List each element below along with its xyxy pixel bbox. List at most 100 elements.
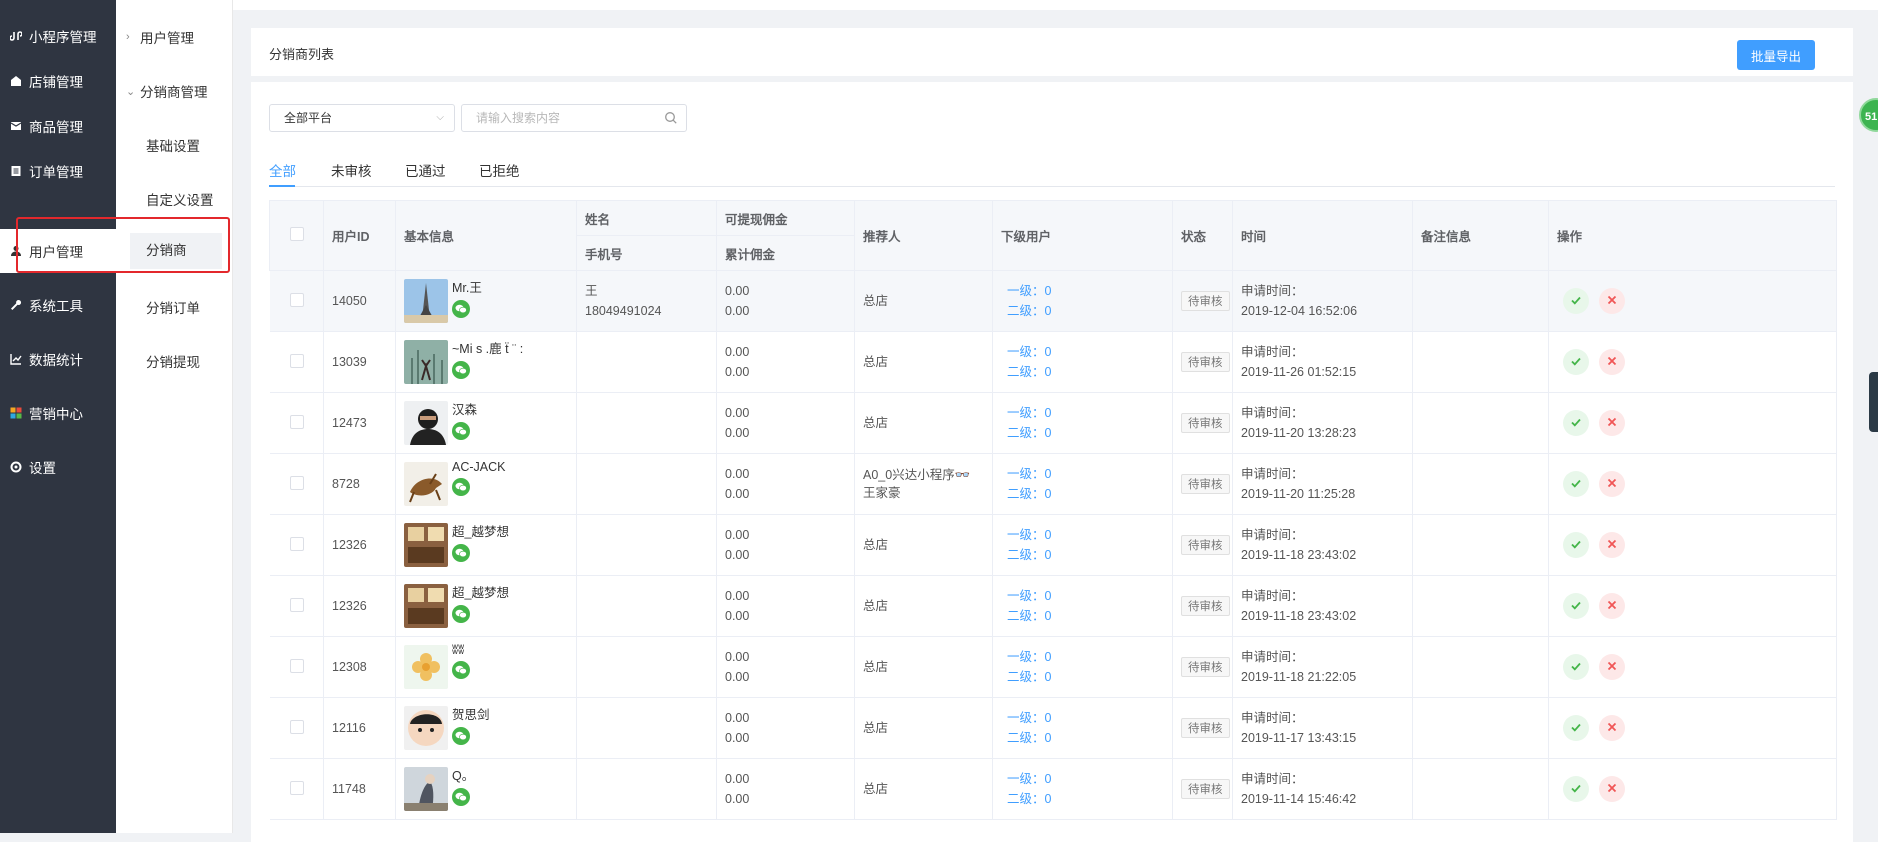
col-header-name: 姓名	[576, 200, 717, 236]
search-input[interactable]	[461, 104, 687, 132]
level2-link[interactable]: 二级：0	[1007, 667, 1172, 687]
reject-button[interactable]	[1599, 471, 1625, 497]
status-cell: 待审核	[1172, 453, 1233, 515]
remark-cell	[1412, 575, 1549, 637]
level2-link[interactable]: 二级：0	[1007, 545, 1172, 565]
remark-cell	[1412, 331, 1549, 393]
nav-item-marketing[interactable]: 营销中心	[0, 391, 116, 435]
time-cell: 申请时间： 2019-11-17 13:43:15	[1232, 697, 1413, 759]
reject-button[interactable]	[1599, 715, 1625, 741]
level1-link[interactable]: 一级：0	[1007, 525, 1172, 545]
marketing-icon	[9, 406, 23, 420]
approve-button[interactable]	[1563, 776, 1589, 802]
remark-cell	[1412, 697, 1549, 759]
ops-cell	[1548, 758, 1837, 820]
status-badge: 待审核	[1181, 291, 1230, 311]
level2-link[interactable]: 二级：0	[1007, 484, 1172, 504]
close-icon	[1606, 355, 1618, 370]
level1-link[interactable]: 一级：0	[1007, 708, 1172, 728]
approve-button[interactable]	[1563, 715, 1589, 741]
floating-badge[interactable]: 51	[1859, 98, 1878, 132]
approve-button[interactable]	[1563, 349, 1589, 375]
ops-cell	[1548, 636, 1837, 698]
reject-button[interactable]	[1599, 776, 1625, 802]
row-checkbox[interactable]	[289, 292, 304, 307]
row-checkbox[interactable]	[289, 780, 304, 795]
withdrawable-commission: 0.00	[725, 406, 750, 420]
avatar	[404, 401, 448, 445]
remark-cell	[1412, 636, 1549, 698]
subnav-item-distribution-orders[interactable]: 分销订单	[146, 297, 200, 317]
level1-link[interactable]: 一级：0	[1007, 342, 1172, 362]
row-checkbox[interactable]	[289, 597, 304, 612]
level2-link[interactable]: 二级：0	[1007, 789, 1172, 809]
ops-cell	[1548, 331, 1837, 393]
reject-button[interactable]	[1599, 349, 1625, 375]
tab-all[interactable]: 全部	[269, 160, 296, 180]
level2-link[interactable]: 二级：0	[1007, 423, 1172, 443]
level1-link[interactable]: 一级：0	[1007, 464, 1172, 484]
chevron-down-icon: ⌄	[126, 85, 136, 98]
row-checkbox[interactable]	[289, 475, 304, 490]
remark-cell	[1412, 514, 1549, 576]
level2-link[interactable]: 二级：0	[1007, 362, 1172, 382]
nav-item-tools[interactable]: 系统工具	[0, 283, 116, 327]
approve-button[interactable]	[1563, 471, 1589, 497]
subnav-item-basic-settings[interactable]: 基础设置	[146, 135, 200, 155]
level1-link[interactable]: 一级：0	[1007, 281, 1172, 301]
reject-button[interactable]	[1599, 410, 1625, 436]
subnav-item-withdrawals[interactable]: 分销提现	[146, 351, 200, 371]
row-checkbox[interactable]	[289, 719, 304, 734]
level1-link[interactable]: 一级：0	[1007, 586, 1172, 606]
row-checkbox[interactable]	[289, 536, 304, 551]
subnav-group-label: 用户管理	[140, 31, 194, 46]
row-checkbox[interactable]	[289, 414, 304, 429]
status-cell: 待审核	[1172, 392, 1233, 454]
row-checkbox[interactable]	[289, 353, 304, 368]
reject-button[interactable]	[1599, 593, 1625, 619]
level1-link[interactable]: 一级：0	[1007, 769, 1172, 789]
ops-cell	[1548, 270, 1837, 332]
side-scroll-handle[interactable]	[1869, 372, 1878, 432]
subnav-item-custom-settings[interactable]: 自定义设置	[146, 189, 214, 209]
level2-link[interactable]: 二级：0	[1007, 728, 1172, 748]
nav-item-orders[interactable]: 订单管理	[0, 149, 116, 193]
tab-approved[interactable]: 已通过	[405, 160, 446, 180]
reject-button[interactable]	[1599, 654, 1625, 680]
approve-button[interactable]	[1563, 288, 1589, 314]
level1-link[interactable]: 一级：0	[1007, 647, 1172, 667]
subnav-group-users[interactable]: › 用户管理	[126, 27, 194, 47]
approve-button[interactable]	[1563, 654, 1589, 680]
row-checkbox[interactable]	[289, 658, 304, 673]
page-header: 分销商列表 批量导出	[251, 28, 1853, 76]
level1-link[interactable]: 一级：0	[1007, 403, 1172, 423]
nav-item-goods[interactable]: 商品管理	[0, 104, 116, 148]
time-label: 申请时间：	[1241, 406, 1304, 420]
nav-item-store[interactable]: 店铺管理	[0, 59, 116, 103]
reject-button[interactable]	[1599, 532, 1625, 558]
nav-item-miniprogram[interactable]: 小程序管理	[0, 14, 116, 58]
remark-cell	[1412, 270, 1549, 332]
tab-rejected[interactable]: 已拒绝	[479, 160, 520, 180]
subnav-group-distributors[interactable]: ⌄ 分销商管理	[126, 81, 208, 101]
tab-pending[interactable]: 未审核	[331, 160, 372, 180]
search-icon[interactable]	[664, 111, 678, 125]
row-select-cell	[269, 514, 324, 576]
real-name: 王	[585, 284, 598, 298]
top-strip	[233, 0, 1878, 10]
level2-link[interactable]: 二级：0	[1007, 606, 1172, 626]
nav-item-settings[interactable]: 设置	[0, 445, 116, 489]
batch-export-button[interactable]: 批量导出	[1737, 40, 1815, 70]
approve-button[interactable]	[1563, 410, 1589, 436]
approve-button[interactable]	[1563, 532, 1589, 558]
referrer: 总店	[854, 331, 993, 393]
platform-select[interactable]: 全部平台 ⌵	[269, 104, 455, 132]
level2-link[interactable]: 二级：0	[1007, 301, 1172, 321]
select-all-checkbox[interactable]	[290, 227, 304, 241]
nav-label: 订单管理	[29, 165, 83, 180]
nav-item-stats[interactable]: 数据统计	[0, 337, 116, 381]
reject-button[interactable]	[1599, 288, 1625, 314]
approve-button[interactable]	[1563, 593, 1589, 619]
check-icon	[1570, 355, 1582, 370]
user-id: 13039	[323, 331, 396, 393]
